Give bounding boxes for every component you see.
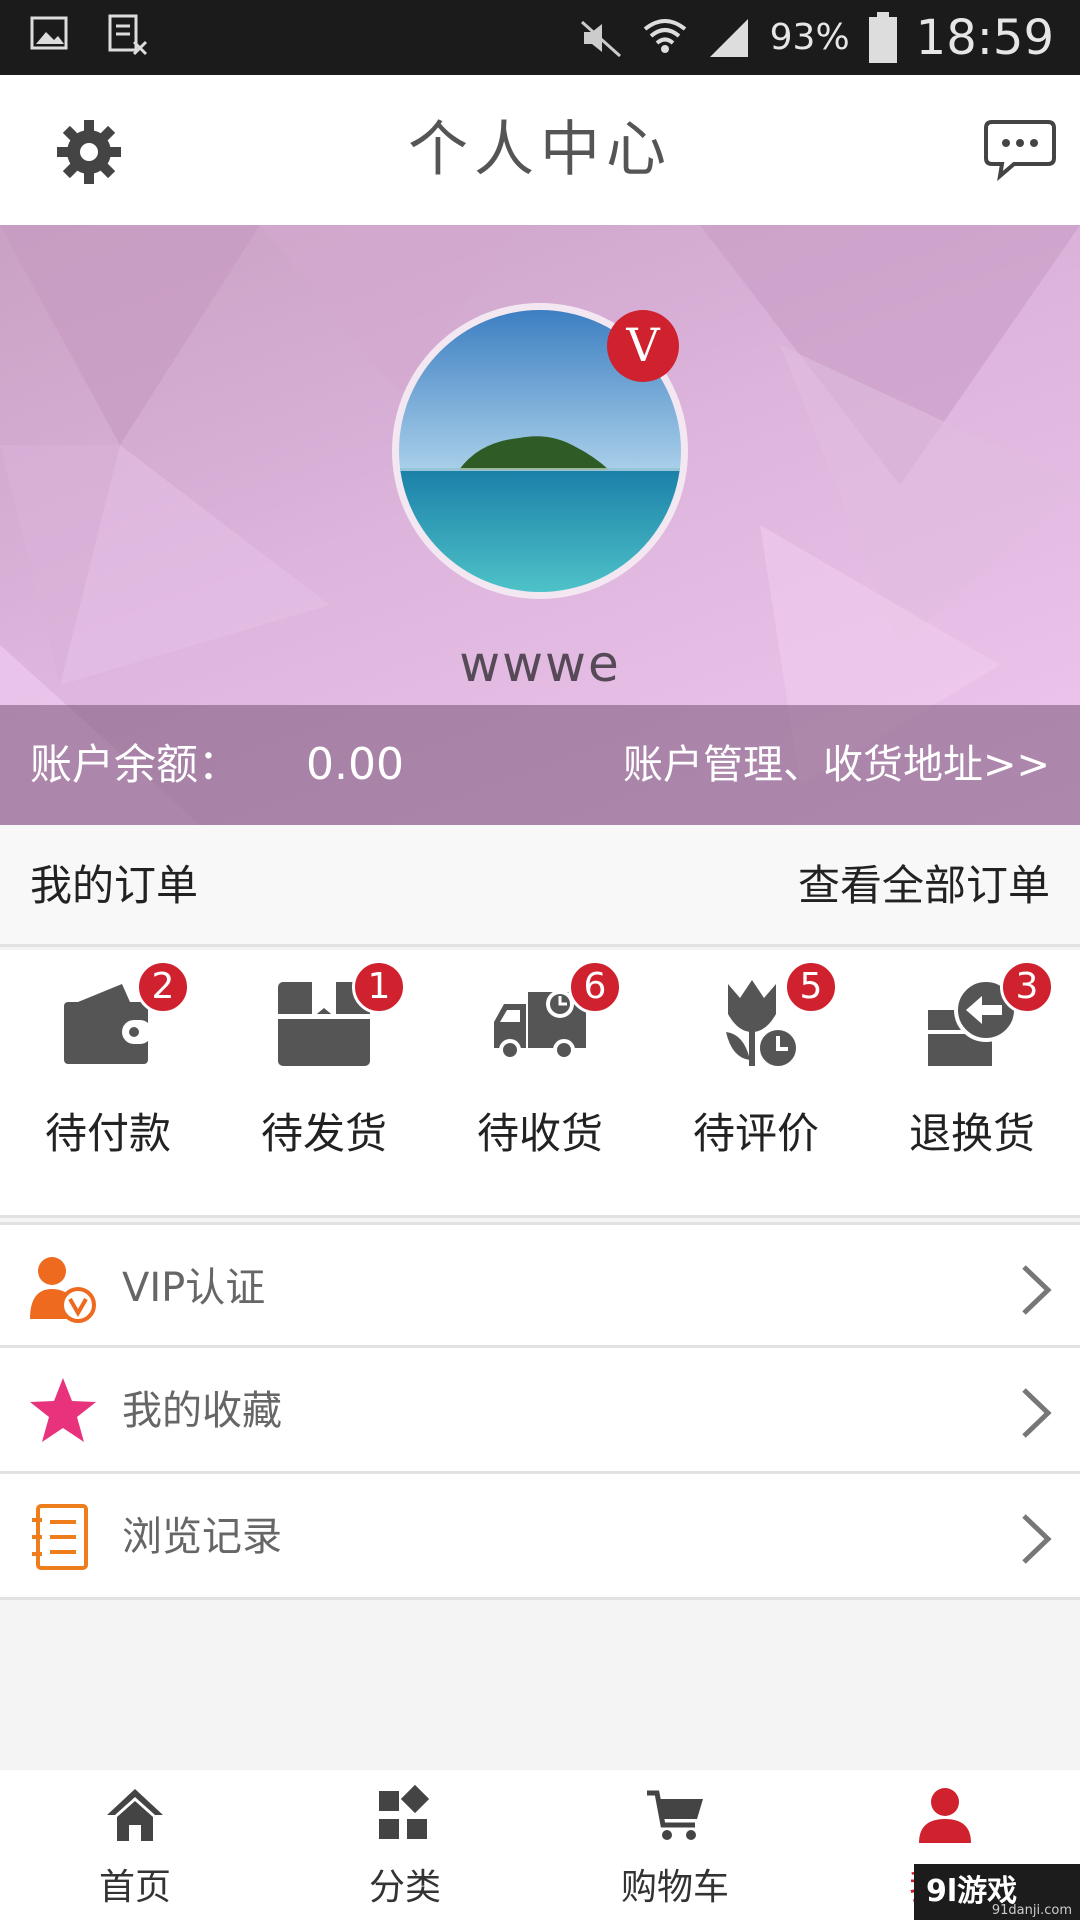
site-watermark: 9l游戏 91danji.com (914, 1864, 1080, 1920)
order-status-pending-receipt[interactable]: 6 待收货 (432, 950, 648, 1218)
menu-item-browse-history[interactable]: 浏览记录 (0, 1474, 1080, 1600)
balance-value: 0.00 (306, 739, 404, 790)
view-all-orders-link[interactable]: 查看全部订单 (798, 825, 1050, 947)
tab-cart[interactable]: 购物车 (540, 1770, 810, 1920)
account-management-link[interactable]: 账户管理、收货地址>> (623, 705, 1050, 825)
order-status-pending-review[interactable]: 5 待评价 (648, 950, 864, 1218)
balance-label: 账户余额： (30, 740, 241, 789)
clock: 18:59 (915, 9, 1054, 66)
pending-payment-count-badge: 2 (136, 960, 190, 1014)
order-status-row: 2 待付款 1 待发货 6 待收货 5 待评价 3 退换货 (0, 950, 1080, 1218)
username: wwwe (459, 635, 621, 693)
pending-receipt-label: 待收货 (476, 1109, 603, 1158)
pending-shipment-count-badge: 1 (352, 960, 406, 1014)
tab-label: 分类 (368, 1867, 441, 1908)
chevron-right-icon (1022, 1265, 1052, 1315)
balance-bar: 账户余额： 0.00 账户管理、收货地址>> (0, 705, 1080, 825)
pending-shipment-label: 待发货 (260, 1109, 387, 1158)
returns-label: 退换货 (908, 1109, 1035, 1158)
home-icon (107, 1789, 163, 1841)
tab-label: 购物车 (620, 1867, 729, 1908)
pending-receipt-count-badge: 6 (568, 960, 622, 1014)
chevron-right-icon (1022, 1388, 1052, 1438)
cart-icon (647, 1790, 703, 1840)
battery-percent: 93% (769, 17, 850, 58)
history-list-icon (32, 1504, 88, 1570)
tab-category[interactable]: 分类 (270, 1770, 540, 1920)
orders-title: 我的订单 (30, 861, 199, 910)
pending-payment-label: 待付款 (44, 1109, 171, 1158)
pending-review-label: 待评价 (692, 1109, 819, 1158)
pending-review-count-badge: 5 (784, 960, 838, 1014)
chevron-right-icon (1022, 1514, 1052, 1564)
watermark-site: 91danji.com (991, 1903, 1072, 1918)
menu-item-vip-certification[interactable]: VIP认证 (0, 1222, 1080, 1348)
user-icon (919, 1788, 971, 1843)
gallery-notification-icon (30, 16, 68, 50)
order-status-pending-shipment[interactable]: 1 待发货 (216, 950, 432, 1218)
status-bar: 93% 18:59 (0, 0, 1080, 75)
order-status-pending-payment[interactable]: 2 待付款 (0, 950, 216, 1218)
vip-badge: V (607, 310, 679, 382)
star-icon (30, 1378, 96, 1442)
message-chat-icon[interactable] (984, 118, 1056, 182)
menu-item-label: VIP认证 (122, 1265, 266, 1311)
vip-user-icon (30, 1257, 96, 1323)
orders-header: 我的订单 查看全部订单 (0, 825, 1080, 947)
tab-home[interactable]: 首页 (0, 1770, 270, 1920)
profile-menu-list: VIP认证 我的收藏 浏览记录 (0, 1222, 1080, 1600)
battery-icon (868, 11, 897, 63)
menu-item-my-favorites[interactable]: 我的收藏 (0, 1348, 1080, 1474)
page-title: 个人中心 (408, 115, 672, 185)
order-status-returns[interactable]: 3 退换货 (864, 950, 1080, 1218)
signal-icon (709, 18, 748, 57)
menu-item-label: 我的收藏 (122, 1388, 282, 1434)
returns-count-badge: 3 (1000, 960, 1054, 1014)
category-grid-icon (379, 1785, 430, 1839)
tab-label: 首页 (98, 1867, 171, 1908)
menu-item-label: 浏览记录 (122, 1514, 282, 1560)
profile-banner: V wwwe 账户余额： 0.00 账户管理、收货地址>> (0, 225, 1080, 825)
mute-icon (580, 20, 621, 57)
app-header: 个人中心 (0, 75, 1080, 225)
doc-blocked-notification-icon (108, 14, 148, 56)
wifi-icon (643, 18, 686, 53)
